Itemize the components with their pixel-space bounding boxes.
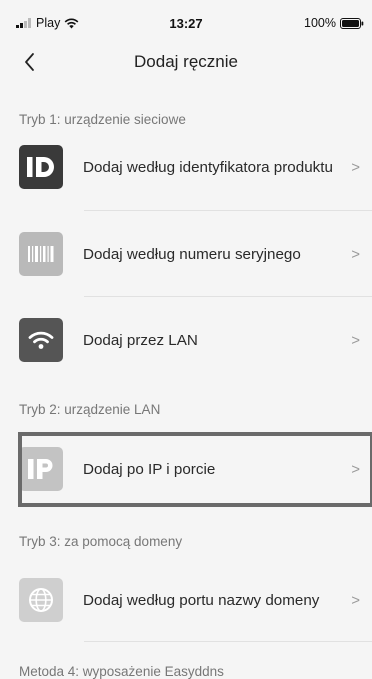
item-label: Dodaj według identyfikatora produktu: [83, 158, 333, 176]
divider: [84, 641, 372, 642]
section-label-mode4: Metoda 4: wyposażenie Easyddns: [19, 664, 224, 679]
battery-percent: 100%: [304, 16, 336, 30]
id-icon: [19, 145, 63, 189]
add-by-lan-item[interactable]: Dodaj przez LAN >: [0, 297, 372, 383]
chevron-right-icon: >: [351, 331, 360, 349]
item-label: Dodaj według portu nazwy domeny: [83, 591, 320, 609]
item-label: Dodaj po IP i porcie: [83, 460, 216, 478]
nav-bar: Dodaj ręcznie: [0, 40, 372, 84]
chevron-right-icon: >: [351, 245, 360, 263]
barcode-icon: [19, 232, 63, 276]
add-by-serial-number-item[interactable]: Dodaj według numeru seryjnego >: [0, 211, 372, 297]
chevron-right-icon: >: [351, 460, 360, 478]
section-label-mode3: Tryb 3: za pomocą domeny: [19, 534, 183, 549]
status-bar: Play 13:27 100%: [0, 0, 372, 40]
add-by-domain-port-item[interactable]: Dodaj według portu nazwy domeny >: [0, 557, 372, 643]
wifi-icon: [19, 318, 63, 362]
section-label-mode2: Tryb 2: urządzenie LAN: [19, 402, 161, 417]
item-label: Dodaj według numeru seryjnego: [83, 245, 301, 263]
chevron-right-icon: >: [351, 591, 360, 609]
add-by-ip-port-item[interactable]: Dodaj po IP i porcie >: [0, 426, 372, 512]
add-by-product-id-item[interactable]: Dodaj według identyfikatora produktu >: [0, 124, 372, 210]
globe-icon: [19, 578, 63, 622]
page-title: Dodaj ręcznie: [134, 52, 238, 71]
ip-icon: [19, 447, 63, 491]
chevron-right-icon: >: [351, 158, 360, 176]
status-battery: 100%: [304, 16, 364, 30]
battery-icon: [340, 17, 364, 29]
item-label: Dodaj przez LAN: [83, 331, 198, 349]
